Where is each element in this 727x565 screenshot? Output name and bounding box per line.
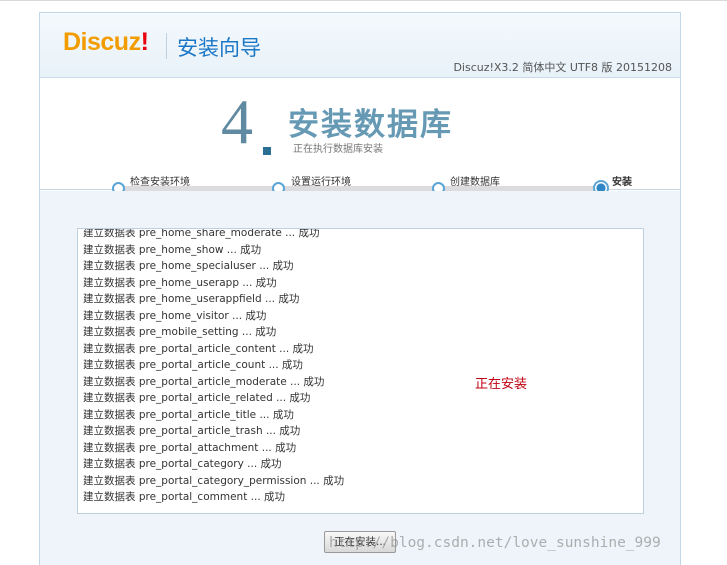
wizard-title: 安装向导 — [177, 36, 261, 60]
step-label-check-env: 检查安装环境 — [130, 177, 190, 188]
step-number-dot — [263, 147, 271, 155]
install-status-text: 正在安装 — [475, 377, 528, 392]
log-line: 建立数据表 pre_portal_article_trash ... 成功 — [83, 425, 301, 437]
log-line: 建立数据表 pre_mobile_setting ... 成功 — [83, 326, 277, 338]
step-label-setup-env: 设置运行环境 — [291, 177, 351, 188]
log-line: 建立数据表 pre_portal_comment ... 成功 — [83, 491, 285, 503]
log-line: 建立数据表 pre_home_share_moderate ... 成功 — [83, 228, 320, 239]
step-label-install: 安装 — [612, 177, 632, 188]
log-line: 建立数据表 pre_portal_article_moderate ... 成功 — [83, 375, 325, 388]
log-line: 建立数据表 pre_portal_article_related ... 成功 — [83, 392, 311, 404]
log-line: 建立数据表 pre_home_userapp ... 成功 — [83, 276, 277, 289]
header: Discuz! 安装向导 Discuz!X3.2 简体中文 UTF8 版 201… — [40, 13, 680, 78]
step-subtitle: 正在执行数据库安装 — [293, 144, 383, 155]
logo-text: Discuz — [63, 28, 141, 56]
install-panel: 建立数据表 pre_home_share_moderate ... 成功 建立数据… — [40, 191, 680, 565]
log-line: 建立数据表 pre_portal_article_title ... 成功 — [83, 408, 294, 421]
logo-bang: ! — [140, 28, 149, 56]
install-log[interactable]: 建立数据表 pre_home_share_moderate ... 成功 建立数据… — [77, 228, 644, 514]
log-line: 建立数据表 pre_home_userappfield ... 成功 — [83, 293, 300, 305]
top-rule — [0, 0, 727, 1]
logo-divider — [166, 33, 167, 59]
log-list: 建立数据表 pre_home_share_moderate ... 成功 建立数据… — [83, 228, 345, 506]
step-label-create-db: 创建数据库 — [450, 177, 500, 188]
log-line: 建立数据表 pre_portal_category_permission ...… — [83, 474, 345, 487]
log-line: 建立数据表 pre_home_visitor ... 成功 — [83, 309, 267, 322]
installer-window: Discuz! 安装向导 Discuz!X3.2 简体中文 UTF8 版 201… — [39, 12, 681, 565]
log-line: 建立数据表 pre_portal_attachment ... 成功 — [83, 441, 297, 454]
installing-button[interactable]: 正在安装... — [324, 531, 396, 553]
log-line: 建立数据表 pre_home_show ... 成功 — [83, 243, 262, 256]
discuz-logo: Discuz! — [63, 28, 149, 57]
version-text: Discuz!X3.2 简体中文 UTF8 版 20151208 — [453, 61, 672, 74]
log-line: 建立数据表 pre_portal_category ... 成功 — [83, 458, 282, 470]
step-number: 4 — [221, 86, 253, 157]
step-title: 安装数据库 — [288, 107, 453, 143]
log-line: 建立数据表 pre_portal_article_content ... 成功 — [83, 342, 314, 355]
log-line: 建立数据表 pre_home_specialuser ... 成功 — [83, 260, 294, 272]
log-line: 建立数据表 pre_portal_article_count ... 成功 — [83, 359, 303, 371]
